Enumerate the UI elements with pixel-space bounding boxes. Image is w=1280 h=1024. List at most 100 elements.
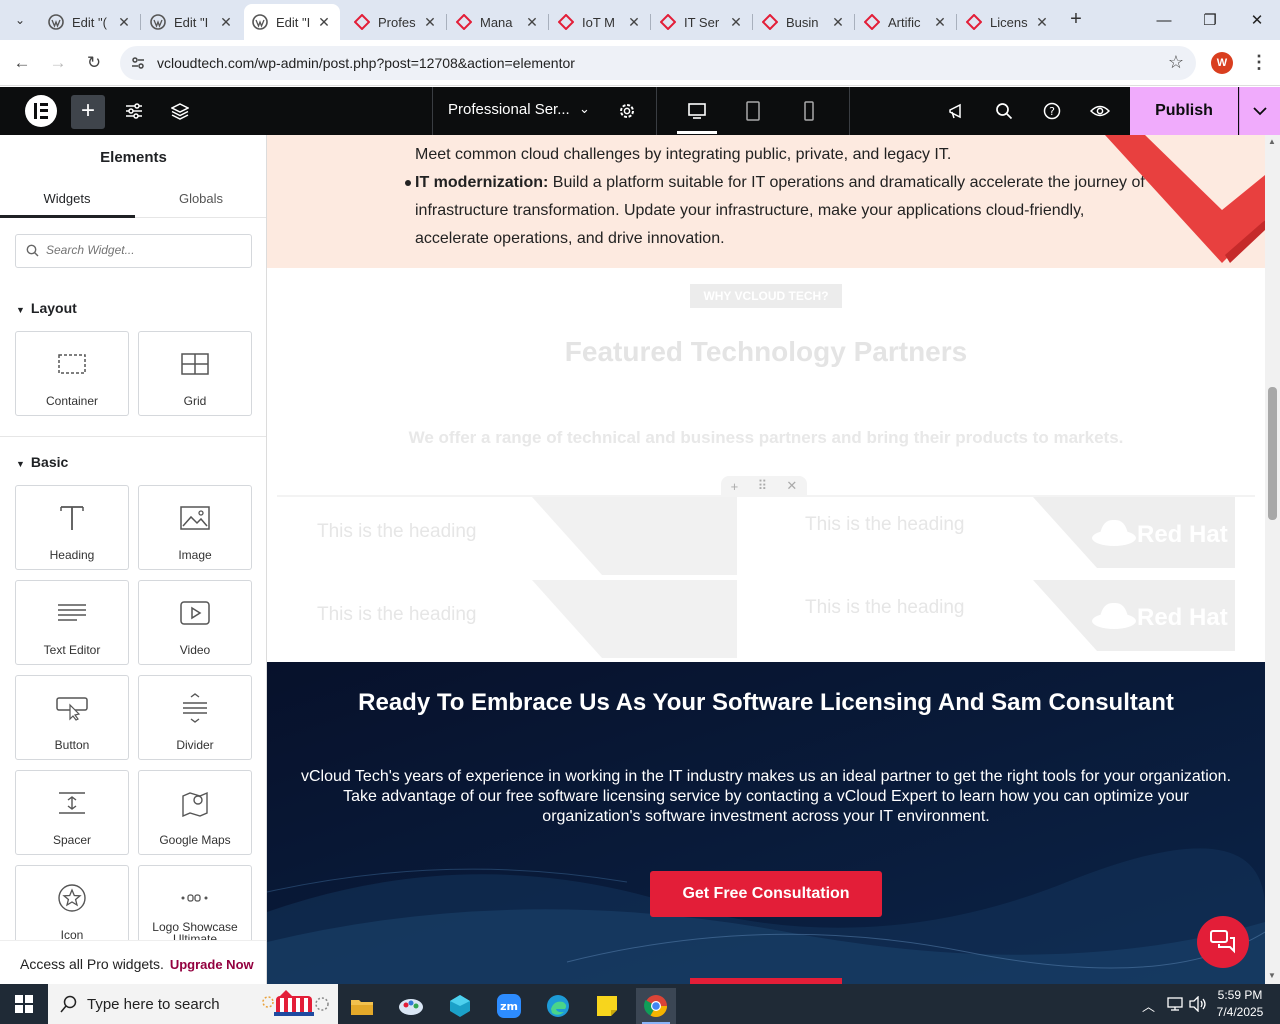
minimize-button[interactable]: — xyxy=(1141,0,1187,40)
pro-upsell-bar: Access all Pro widgets. Upgrade Now xyxy=(0,940,266,984)
widget-icon[interactable]: Icon xyxy=(15,865,129,950)
close-icon[interactable]: ✕ xyxy=(728,14,744,31)
url-text: vcloudtech.com/wp-admin/post.php?post=12… xyxy=(157,55,575,71)
close-icon[interactable]: ✕ xyxy=(1034,14,1050,31)
preview-eye-icon[interactable] xyxy=(1088,99,1112,123)
close-icon[interactable]: ✕ xyxy=(626,14,642,31)
tab-globals[interactable]: Globals xyxy=(134,191,266,206)
restore-button[interactable]: ❐ xyxy=(1187,0,1233,40)
volume-icon[interactable] xyxy=(1189,995,1207,1015)
widget-button[interactable]: Button xyxy=(15,675,129,760)
browser-tab[interactable]: Mana ✕ xyxy=(448,4,549,40)
system-clock[interactable]: 5:59 PM 7/4/2025 xyxy=(1208,987,1272,1021)
partner-card[interactable]: This is the heading Red Hat xyxy=(775,497,1235,568)
category-basic[interactable]: ▼ Basic xyxy=(16,454,68,470)
file-explorer-icon[interactable] xyxy=(342,988,382,1024)
zoom-icon[interactable]: zm xyxy=(489,988,529,1024)
windows-start-button[interactable] xyxy=(0,984,48,1024)
add-element-button[interactable]: + xyxy=(71,95,105,129)
browser-menu-icon[interactable]: ⋮ xyxy=(1250,52,1268,73)
back-button[interactable]: ← xyxy=(9,50,35,76)
browser-tab[interactable]: Artific ✕ xyxy=(856,4,957,40)
browser-tab[interactable]: IoT M ✕ xyxy=(550,4,651,40)
tablet-view-icon[interactable] xyxy=(741,99,765,123)
widget-container[interactable]: Container xyxy=(15,331,129,416)
show-hidden-icons-chevron[interactable]: ︿ xyxy=(1142,996,1155,1015)
notes-megaphone-icon[interactable] xyxy=(944,99,968,123)
tab-widgets[interactable]: Widgets xyxy=(0,191,134,206)
close-icon[interactable]: ✕ xyxy=(218,14,234,31)
close-icon[interactable]: ✕ xyxy=(316,14,332,31)
partner-card[interactable]: This is the heading Red Hat xyxy=(775,580,1235,651)
chevron-down-icon[interactable]: ⌄ xyxy=(579,101,590,117)
sticky-notes-icon[interactable] xyxy=(587,988,627,1024)
browser-tab[interactable]: Profes ✕ xyxy=(346,4,447,40)
canvas-scrollbar[interactable]: ▲ ▼ xyxy=(1265,135,1280,984)
site-settings-sliders-icon[interactable] xyxy=(122,99,146,123)
add-section-icon[interactable]: + xyxy=(731,479,739,494)
widget-logo-showcase[interactable]: Logo Showcase Ultimate xyxy=(138,865,252,950)
forward-button[interactable]: → xyxy=(45,50,71,76)
browser-tab[interactable]: Licens ✕ xyxy=(958,4,1058,40)
profile-avatar[interactable]: W xyxy=(1211,52,1233,74)
close-icon[interactable]: ✕ xyxy=(116,14,132,31)
bookmark-star-icon[interactable]: ☆ xyxy=(1168,52,1184,73)
scrollbar-thumb[interactable] xyxy=(1268,387,1277,520)
tab-search-button[interactable]: ⌄ xyxy=(8,8,32,32)
taskbar-search[interactable]: Type here to search xyxy=(48,984,338,1024)
app-icon-gem[interactable] xyxy=(440,988,480,1024)
partner-card[interactable]: This is the heading xyxy=(277,580,737,658)
widget-spacer[interactable]: Spacer xyxy=(15,770,129,855)
get-free-consultation-button[interactable]: Get Free Consultation xyxy=(650,871,882,917)
scroll-down-icon[interactable]: ▼ xyxy=(1268,971,1276,980)
app-icon-paint[interactable] xyxy=(391,988,431,1024)
document-name[interactable]: Professional Ser... xyxy=(448,101,570,118)
widget-grid[interactable]: Grid xyxy=(138,331,252,416)
widget-google-maps[interactable]: Google Maps xyxy=(138,770,252,855)
desktop-view-icon[interactable] xyxy=(685,99,709,123)
publish-options-button[interactable] xyxy=(1239,87,1280,135)
widget-heading[interactable]: Heading xyxy=(15,485,129,570)
delete-section-icon[interactable]: ✕ xyxy=(786,478,797,494)
intro-line: Meet common cloud challenges by integrat… xyxy=(415,146,952,163)
close-icon[interactable]: ✕ xyxy=(932,14,948,31)
browser-tab[interactable]: Edit "( ✕ xyxy=(40,4,141,40)
elementor-logo-icon[interactable] xyxy=(25,95,57,127)
browser-tab[interactable]: Busin ✕ xyxy=(754,4,855,40)
window-close-button[interactable]: ✕ xyxy=(1234,0,1280,40)
browser-tab[interactable]: Edit "I ✕ xyxy=(142,4,242,40)
network-icon[interactable] xyxy=(1166,996,1184,1015)
drag-handle-icon[interactable]: ⠿ xyxy=(758,478,768,494)
widget-video[interactable]: Video xyxy=(138,580,252,665)
close-icon[interactable]: ✕ xyxy=(524,14,540,31)
address-bar[interactable]: vcloudtech.com/wp-admin/post.php?post=12… xyxy=(120,46,1196,80)
page-settings-gear-icon[interactable] xyxy=(615,99,639,123)
edge-icon[interactable] xyxy=(538,988,578,1024)
help-icon[interactable]: ? xyxy=(1040,99,1064,123)
chrome-icon[interactable] xyxy=(636,988,676,1024)
chat-widget-button[interactable] xyxy=(1197,916,1249,968)
widget-search[interactable] xyxy=(15,234,252,268)
close-icon[interactable]: ✕ xyxy=(830,14,846,31)
upgrade-now-link[interactable]: Upgrade Now xyxy=(170,957,254,972)
browser-tab[interactable]: IT Ser ✕ xyxy=(652,4,753,40)
search-input[interactable] xyxy=(46,243,241,257)
partner-card[interactable]: This is the heading xyxy=(277,497,737,575)
finder-search-icon[interactable] xyxy=(992,99,1016,123)
new-tab-button[interactable]: + xyxy=(1064,8,1088,32)
reload-button[interactable]: ↻ xyxy=(81,50,107,76)
widget-text-editor[interactable]: Text Editor xyxy=(15,580,129,665)
mobile-view-icon[interactable] xyxy=(797,99,821,123)
site-settings-icon[interactable] xyxy=(130,55,146,71)
section-handle[interactable]: + ⠿ ✕ xyxy=(721,476,807,496)
category-layout[interactable]: ▼ Layout xyxy=(16,300,77,316)
scroll-up-icon[interactable]: ▲ xyxy=(1268,137,1276,146)
clock-date: 7/4/2025 xyxy=(1216,1005,1264,1019)
browser-tab-active[interactable]: Edit "I ✕ xyxy=(244,4,340,40)
widget-divider[interactable]: Divider xyxy=(138,675,252,760)
publish-button[interactable]: Publish xyxy=(1130,87,1238,135)
close-icon[interactable]: ✕ xyxy=(422,14,438,31)
vcloud-icon xyxy=(456,14,472,30)
structure-layers-icon[interactable] xyxy=(168,99,192,123)
widget-image[interactable]: Image xyxy=(138,485,252,570)
